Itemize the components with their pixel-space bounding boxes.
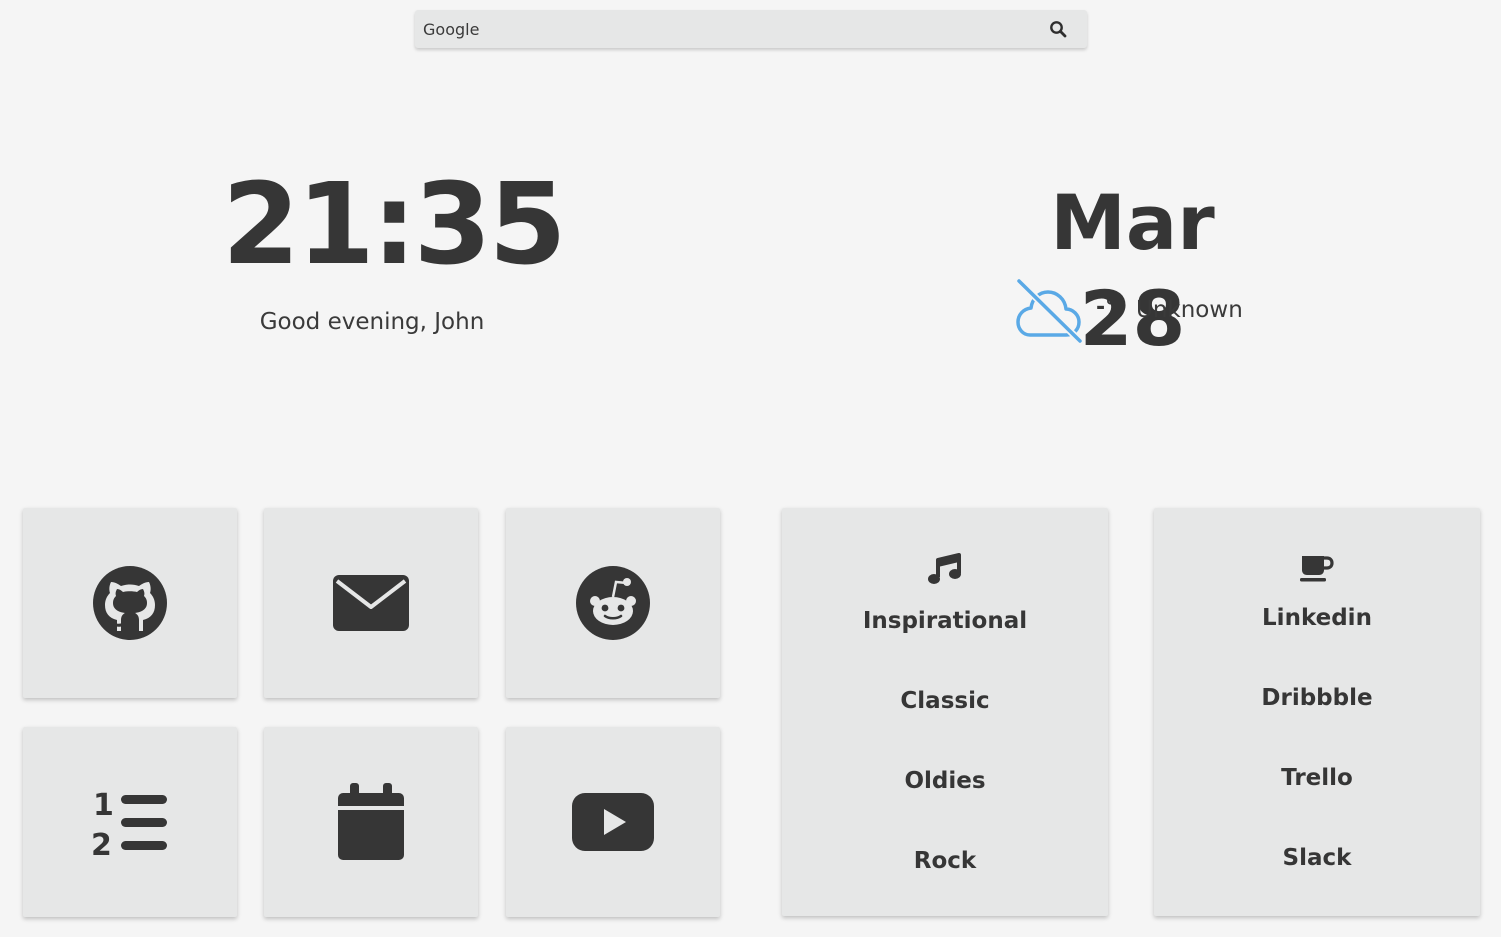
clock-time: 21:35 [222, 160, 567, 290]
mail-icon [333, 575, 409, 631]
weather-temperature: -° [1096, 295, 1117, 320]
work-links-card: Linkedin Dribbble Trello Slack [1154, 508, 1480, 916]
work-link-dribbble[interactable]: Dribbble [1154, 685, 1480, 711]
search-input[interactable] [415, 10, 1035, 48]
music-note-icon [928, 553, 961, 584]
coffee-mug-icon [1300, 556, 1334, 582]
weather-widget: -° Unknown [1014, 277, 1274, 345]
tile-youtube[interactable] [506, 727, 720, 917]
music-link-inspirational[interactable]: Inspirational [782, 608, 1108, 634]
music-link-oldies[interactable]: Oldies [782, 768, 1108, 794]
svg-text:1: 1 [93, 788, 114, 823]
svg-text:2: 2 [91, 828, 112, 857]
work-link-linkedin[interactable]: Linkedin [1154, 605, 1480, 631]
music-links-card: Inspirational Classic Oldies Rock [782, 508, 1108, 916]
calendar-icon [338, 783, 404, 860]
tile-mail[interactable] [264, 508, 478, 698]
cloud-off-icon [1015, 277, 1084, 345]
youtube-icon [572, 793, 654, 851]
music-link-rock[interactable]: Rock [782, 848, 1108, 874]
tile-list[interactable]: 1 2 [23, 727, 237, 917]
search-bar [415, 10, 1087, 48]
ordered-list-icon: 1 2 [91, 788, 167, 857]
tile-calendar[interactable] [264, 727, 478, 917]
reddit-icon [576, 566, 650, 640]
tile-github[interactable] [23, 508, 237, 698]
greeting-text: Good evening, John [259, 309, 485, 335]
tile-reddit[interactable] [506, 508, 720, 698]
github-icon [93, 566, 167, 640]
work-link-trello[interactable]: Trello [1154, 765, 1480, 791]
weather-condition: Unknown [1136, 297, 1243, 323]
music-link-classic[interactable]: Classic [782, 688, 1108, 714]
work-link-slack[interactable]: Slack [1154, 845, 1480, 871]
search-icon[interactable] [1049, 20, 1067, 38]
